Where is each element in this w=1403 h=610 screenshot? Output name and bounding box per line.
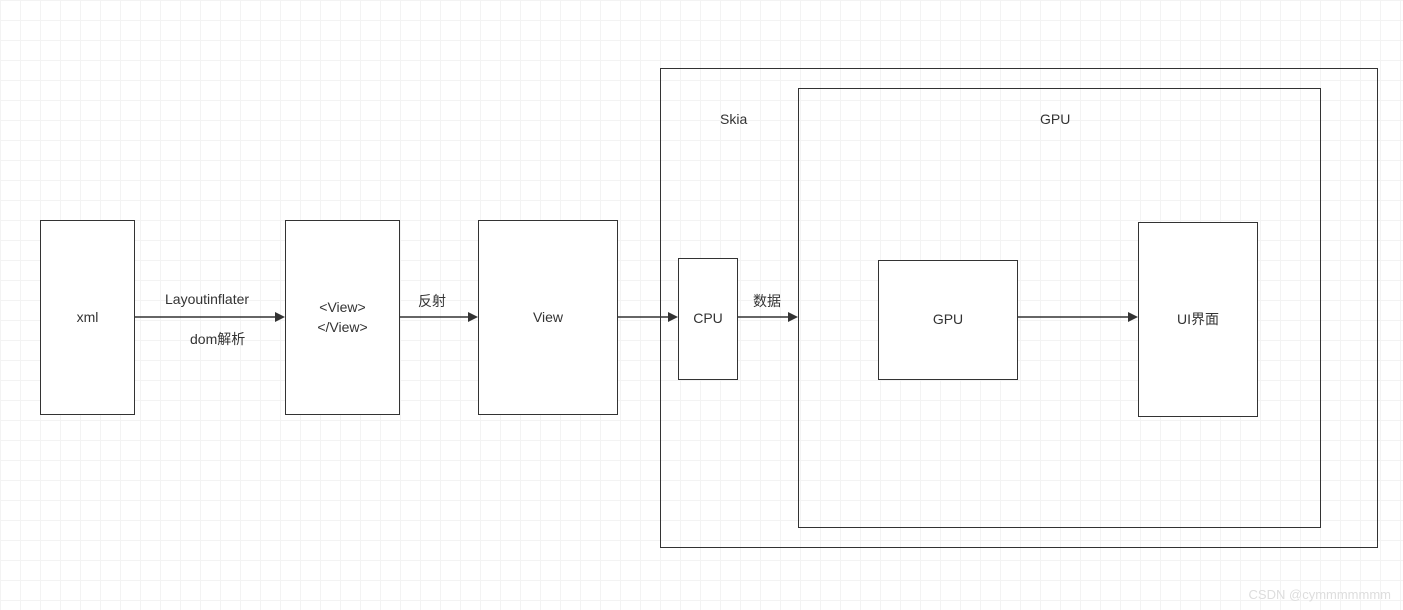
gpu-outer-label: GPU bbox=[1040, 111, 1070, 127]
view-box: View bbox=[478, 220, 618, 415]
gpu-inner-label: GPU bbox=[933, 310, 963, 330]
ui-box: UI界面 bbox=[1138, 222, 1258, 417]
view-tag-line1: <View> bbox=[319, 298, 365, 318]
layoutinflater-label: Layoutinflater bbox=[165, 291, 249, 307]
xml-label: xml bbox=[77, 308, 99, 328]
arrow-gpu-to-ui bbox=[1018, 316, 1138, 318]
watermark: CSDN @cymmmmmmm bbox=[1249, 587, 1391, 602]
arrow-cpu-to-gpu bbox=[738, 316, 798, 318]
arrow-xml-to-viewtag bbox=[135, 316, 285, 318]
skia-label: Skia bbox=[720, 111, 747, 127]
xml-box: xml bbox=[40, 220, 135, 415]
view-tag-line2: </View> bbox=[317, 318, 367, 338]
data-label: 数据 bbox=[753, 291, 781, 311]
ui-label: UI界面 bbox=[1177, 310, 1219, 330]
view-label: View bbox=[533, 308, 563, 328]
dom-parse-label: dom解析 bbox=[190, 329, 245, 349]
reflect-label: 反射 bbox=[418, 291, 446, 311]
view-tag-box: <View> </View> bbox=[285, 220, 400, 415]
gpu-inner-box: GPU bbox=[878, 260, 1018, 380]
arrow-viewtag-to-view bbox=[400, 316, 478, 318]
cpu-label: CPU bbox=[693, 309, 723, 329]
cpu-box: CPU bbox=[678, 258, 738, 380]
